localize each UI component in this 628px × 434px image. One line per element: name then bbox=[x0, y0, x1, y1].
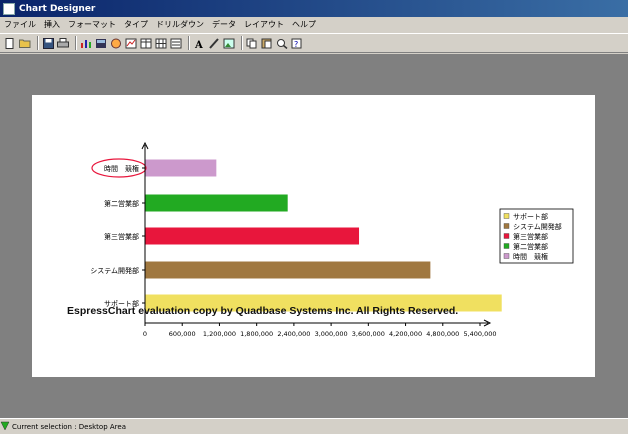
legend-swatch bbox=[503, 223, 510, 229]
bar[interactable] bbox=[145, 159, 217, 177]
legend-label: 第三営業部 bbox=[513, 232, 548, 241]
toolbar: A ? bbox=[0, 33, 628, 53]
menu-format[interactable]: フォーマット bbox=[64, 17, 120, 32]
paste-icon[interactable] bbox=[261, 37, 273, 49]
chart-canvas[interactable]: 時間 競権 第二営業部 第三営業部 システム開発部 サポート部 0 600,000 1,200… bbox=[32, 95, 595, 377]
list-icon[interactable] bbox=[170, 37, 182, 49]
legend-label: システム開発部 bbox=[513, 222, 562, 231]
image-icon[interactable] bbox=[223, 37, 235, 49]
category-label: 第二営業部 bbox=[104, 199, 139, 208]
svg-text:A: A bbox=[194, 40, 203, 49]
menu-file[interactable]: ファイル bbox=[0, 17, 40, 32]
legend-swatch bbox=[503, 233, 510, 239]
menu-help[interactable]: ヘルプ bbox=[288, 17, 320, 32]
x-tick-label: 3,600,000 bbox=[352, 330, 385, 338]
bar-chart[interactable]: 時間 競権第二営業部第三営業部システム開発部サポート部0 600,000 1,200… bbox=[32, 95, 595, 377]
legend-swatch bbox=[503, 243, 510, 249]
drill-icon[interactable] bbox=[110, 37, 122, 49]
watermark-text: EspressChart evaluation copy by Quadbase… bbox=[67, 305, 458, 317]
grid-icon[interactable] bbox=[155, 37, 167, 49]
data-icon[interactable] bbox=[95, 37, 107, 49]
x-tick-label: 1,200,000 bbox=[203, 330, 236, 338]
menu-type[interactable]: タイプ bbox=[120, 17, 152, 32]
text-icon[interactable]: A bbox=[193, 37, 205, 49]
copy-icon[interactable] bbox=[246, 37, 258, 49]
menu-insert[interactable]: 挿入 bbox=[40, 17, 64, 32]
bar[interactable] bbox=[145, 194, 288, 212]
open-icon[interactable] bbox=[19, 37, 31, 49]
toolbar-separator bbox=[75, 36, 77, 50]
bar[interactable] bbox=[145, 227, 360, 245]
legend-label: 第二営業部 bbox=[513, 242, 548, 251]
menu-layout[interactable]: レイアウト bbox=[240, 17, 288, 32]
x-tick-label: 5,400,000 bbox=[463, 330, 496, 338]
legend-label: サポート部 bbox=[513, 212, 548, 221]
window-title: Chart Designer bbox=[19, 3, 96, 14]
x-tick-label: 600,000 bbox=[169, 330, 196, 338]
zoom-icon[interactable] bbox=[276, 37, 288, 49]
x-tick-label: 2,400,000 bbox=[277, 330, 310, 338]
selection-icon bbox=[0, 421, 10, 433]
new-icon[interactable] bbox=[4, 37, 16, 49]
menu-drilldown[interactable]: ドリルダウン bbox=[152, 17, 208, 32]
svg-text:?: ? bbox=[294, 40, 298, 49]
menu-data[interactable]: データ bbox=[208, 17, 240, 32]
status-text: Current selection : Desktop Area bbox=[12, 422, 126, 431]
insert-icon[interactable] bbox=[125, 37, 137, 49]
legend-swatch bbox=[503, 253, 510, 259]
save-icon[interactable] bbox=[42, 37, 54, 49]
legend-swatch bbox=[503, 213, 510, 219]
title-bar: Chart Designer bbox=[0, 0, 628, 17]
x-tick-label: 0 bbox=[143, 330, 147, 338]
legend-label: 時間 競権 bbox=[513, 252, 548, 261]
x-tick-label: 1,800,000 bbox=[240, 330, 273, 338]
print-icon[interactable] bbox=[57, 37, 69, 49]
help-icon[interactable]: ? bbox=[291, 37, 303, 49]
category-label: システム開発部 bbox=[90, 266, 139, 275]
toolbar-separator bbox=[241, 36, 243, 50]
x-tick-label: 4,200,000 bbox=[389, 330, 422, 338]
category-label: 時間 競権 bbox=[104, 164, 139, 173]
table-icon[interactable] bbox=[140, 37, 152, 49]
chart-icon[interactable] bbox=[80, 37, 92, 49]
bar[interactable] bbox=[145, 261, 431, 279]
status-bar: Current selection : Desktop Area bbox=[0, 418, 628, 434]
app-icon bbox=[3, 2, 15, 15]
toolbar-separator bbox=[37, 36, 39, 50]
category-label: 第三営業部 bbox=[104, 232, 139, 241]
menu-bar: ファイル 挿入 フォーマット タイプ ドリルダウン データ レイアウト ヘルプ bbox=[0, 17, 628, 32]
pen-icon[interactable] bbox=[208, 37, 220, 49]
x-tick-label: 3,000,000 bbox=[315, 330, 348, 338]
toolbar-separator bbox=[188, 36, 190, 50]
x-tick-label: 4,800,000 bbox=[426, 330, 459, 338]
